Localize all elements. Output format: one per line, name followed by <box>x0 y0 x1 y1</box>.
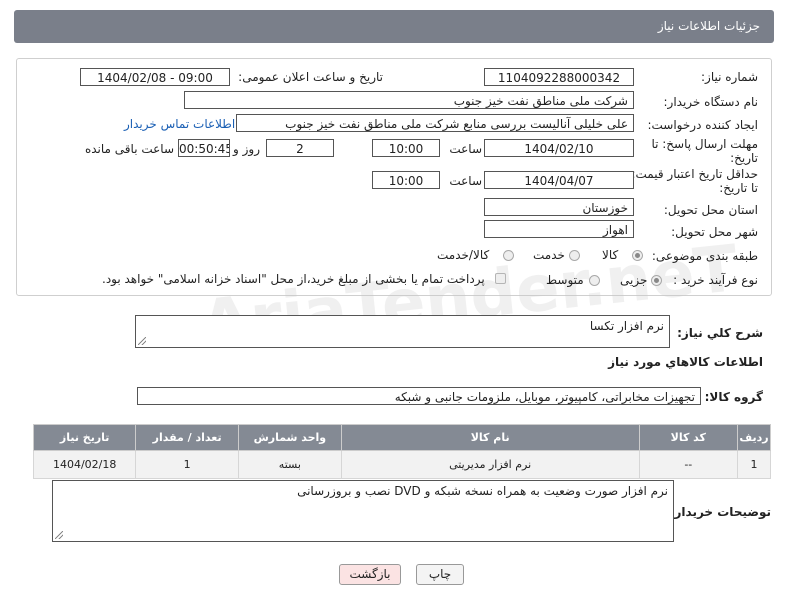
delivery-city-label: شهر محل تحویل: <box>671 225 758 239</box>
treasury-payment-note: پرداخت تمام یا بخشی از مبلغ خرید،از محل … <box>102 272 485 286</box>
table-row[interactable]: 1 -- نرم افزار مدیریتی بسته 1 1404/02/18 <box>32 450 771 479</box>
col-qty-header: تعداد / مقدار <box>135 424 239 451</box>
summary-label: شرح کلي نياز: <box>677 326 763 340</box>
purchase-partial-label: جزیی <box>620 273 648 287</box>
treasury-payment-checkbox[interactable] <box>495 273 506 284</box>
cell-unit: بسته <box>237 450 342 479</box>
resize-grip-icon[interactable] <box>138 337 146 345</box>
reply-deadline-time-field[interactable]: 10:00 <box>372 139 440 157</box>
summary-textarea[interactable]: نرم افزار تکسا <box>135 315 670 348</box>
buyer-org-field[interactable]: شرکت ملی مناطق نفت خیز جنوب <box>184 91 634 109</box>
buyer-notes-text: نرم افزار صورت وضعیت به همراه نسخه شبکه … <box>297 484 668 498</box>
remaining-time-field[interactable]: 00:50:45 <box>178 139 230 157</box>
category-goods-service-label: کالا/خدمت <box>437 248 490 262</box>
purchase-medium-radio[interactable] <box>589 275 600 286</box>
category-goods-radio[interactable] <box>632 250 643 261</box>
requester-field[interactable]: علی خلیلی آنالیست بررسی منابع شرکت ملی م… <box>236 114 634 132</box>
col-unit-header: واحد شمارش <box>237 424 342 451</box>
resize-grip-icon[interactable] <box>55 531 63 539</box>
buyer-notes-label: توضیحات خریدار: <box>669 505 771 519</box>
cell-code: -- <box>638 450 739 479</box>
col-date-header: تاریخ نیاز <box>32 424 137 451</box>
delivery-province-field[interactable]: خوزستان <box>484 198 634 216</box>
category-service-label: خدمت <box>533 248 565 262</box>
cell-row-number: 1 <box>737 450 771 479</box>
days-label: روز و <box>233 142 260 156</box>
category-goods-label: کالا <box>602 248 619 262</box>
reply-deadline-label: مهلت ارسال پاسخ: تا <box>651 137 758 151</box>
announce-datetime-field[interactable]: 1404/02/08 - 09:00 <box>80 68 230 86</box>
buyer-notes-textarea[interactable]: نرم افزار صورت وضعیت به همراه نسخه شبکه … <box>52 480 674 542</box>
goods-group-label: گروه کالا: <box>704 390 763 404</box>
purchase-type-label: نوع فرآیند خرید : <box>673 273 758 287</box>
delivery-city-field[interactable]: اهواز <box>484 220 634 238</box>
print-button[interactable]: چاپ <box>416 564 464 585</box>
need-number-field[interactable]: 1104092288000342 <box>484 68 634 86</box>
price-validity-label-2: تا تاریخ: <box>719 181 758 195</box>
cell-qty: 1 <box>135 450 239 479</box>
col-name-header: نام کالا <box>340 424 640 451</box>
goods-group-field[interactable]: تجهیزات مخابراتی، کامپیوتر، موبایل، ملزو… <box>137 387 701 405</box>
price-validity-time-field[interactable]: 10:00 <box>372 171 440 189</box>
col-code-header: کد کالا <box>638 424 739 451</box>
remaining-time-label: ساعت باقی مانده <box>84 142 174 156</box>
goods-table-header: ردیف کد کالا نام کالا واحد شمارش تعداد /… <box>32 424 771 451</box>
back-button[interactable]: بازگشت <box>339 564 401 585</box>
reply-deadline-date-field[interactable]: 1404/02/10 <box>484 139 634 157</box>
price-validity-time-label: ساعت <box>449 174 482 188</box>
price-validity-date-field[interactable]: 1404/04/07 <box>484 171 634 189</box>
delivery-province-label: استان محل تحویل: <box>663 203 758 217</box>
buyer-contact-link[interactable]: اطلاعات تماس خریدار <box>124 117 235 131</box>
purchase-medium-label: متوسط <box>546 273 584 287</box>
category-label: طبقه بندی موضوعی: <box>651 249 758 263</box>
cell-name: نرم افزار مدیریتی <box>340 450 640 479</box>
announce-datetime-label: تاریخ و ساعت اعلان عمومی: <box>238 70 383 84</box>
need-number-label: شماره نیاز: <box>701 70 758 84</box>
requester-label: ایجاد کننده درخواست: <box>647 118 758 132</box>
col-row-header: ردیف <box>737 424 771 451</box>
page-title: جزئیات اطلاعات نیاز <box>657 19 760 33</box>
page-header: جزئیات اطلاعات نیاز <box>14 10 774 43</box>
goods-info-title: اطلاعات کالاهاي مورد نياز <box>608 355 763 369</box>
category-goods-service-radio[interactable] <box>503 250 514 261</box>
goods-table: ردیف کد کالا نام کالا واحد شمارش تعداد /… <box>32 424 771 479</box>
reply-deadline-time-label: ساعت <box>449 142 482 156</box>
category-service-radio[interactable] <box>569 250 580 261</box>
reply-deadline-label-2: تاریخ: <box>730 151 758 165</box>
summary-text: نرم افزار تکسا <box>589 319 664 333</box>
cell-date: 1404/02/18 <box>32 450 137 479</box>
price-validity-label: حداقل تاریخ اعتبار قیمت: <box>631 167 758 181</box>
buyer-org-label: نام دستگاه خریدار: <box>663 95 759 109</box>
purchase-partial-radio[interactable] <box>651 275 662 286</box>
reply-days-field[interactable]: 2 <box>266 139 334 157</box>
